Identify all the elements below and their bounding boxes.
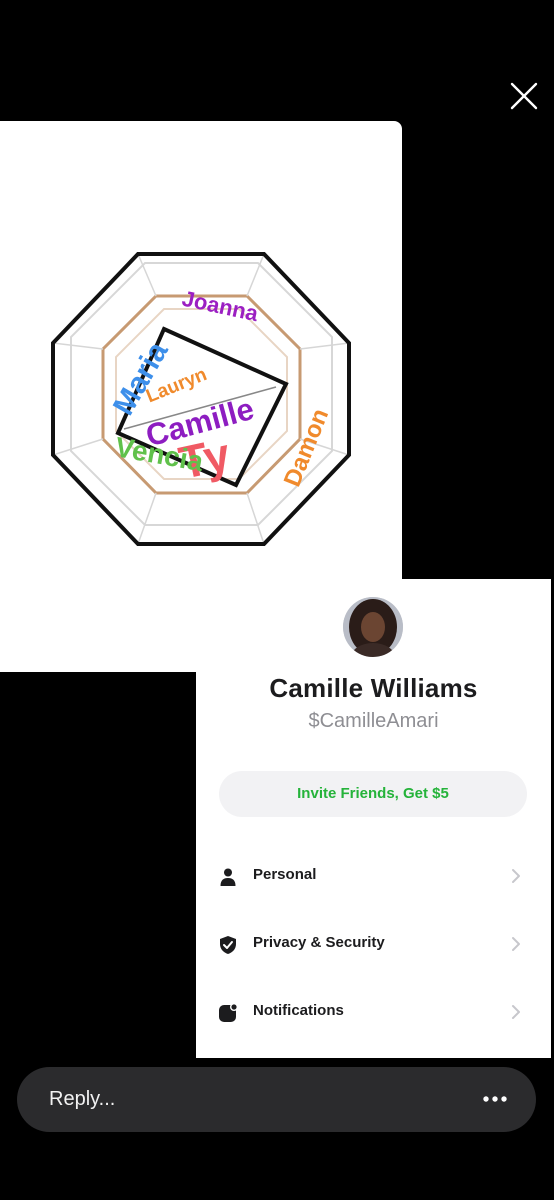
chevron-right-icon xyxy=(512,937,520,951)
invite-friends-button[interactable]: Invite Friends, Get $5 xyxy=(219,771,527,817)
chevron-right-icon xyxy=(512,869,520,883)
menu-item-label: Notifications xyxy=(253,1002,344,1019)
reply-input[interactable]: Reply... xyxy=(17,1067,536,1132)
menu-item-privacy-security[interactable]: Privacy & Security xyxy=(196,919,551,969)
menu-item-label: Privacy & Security xyxy=(253,934,385,951)
profile-card: Camille Williams $CamilleAmari Invite Fr… xyxy=(196,579,551,1058)
person-icon xyxy=(220,868,236,886)
avatar-photo xyxy=(343,597,403,657)
avatar[interactable] xyxy=(343,597,403,657)
chevron-right-icon xyxy=(512,1005,520,1019)
close-x-icon xyxy=(510,82,538,110)
reply-placeholder: Reply... xyxy=(49,1088,116,1110)
notification-icon xyxy=(219,1003,238,1022)
shield-icon xyxy=(220,936,236,954)
menu-item-personal[interactable]: Personal xyxy=(196,851,551,901)
close-button[interactable] xyxy=(506,78,542,114)
more-dots-icon xyxy=(483,1096,507,1102)
menu-item-label: Personal xyxy=(253,866,317,883)
profile-handle: $CamilleAmari xyxy=(308,710,439,732)
more-options-button[interactable] xyxy=(481,1087,509,1111)
menu-item-notifications[interactable]: Notifications xyxy=(196,987,551,1037)
profile-name: Camille Williams xyxy=(269,673,478,703)
